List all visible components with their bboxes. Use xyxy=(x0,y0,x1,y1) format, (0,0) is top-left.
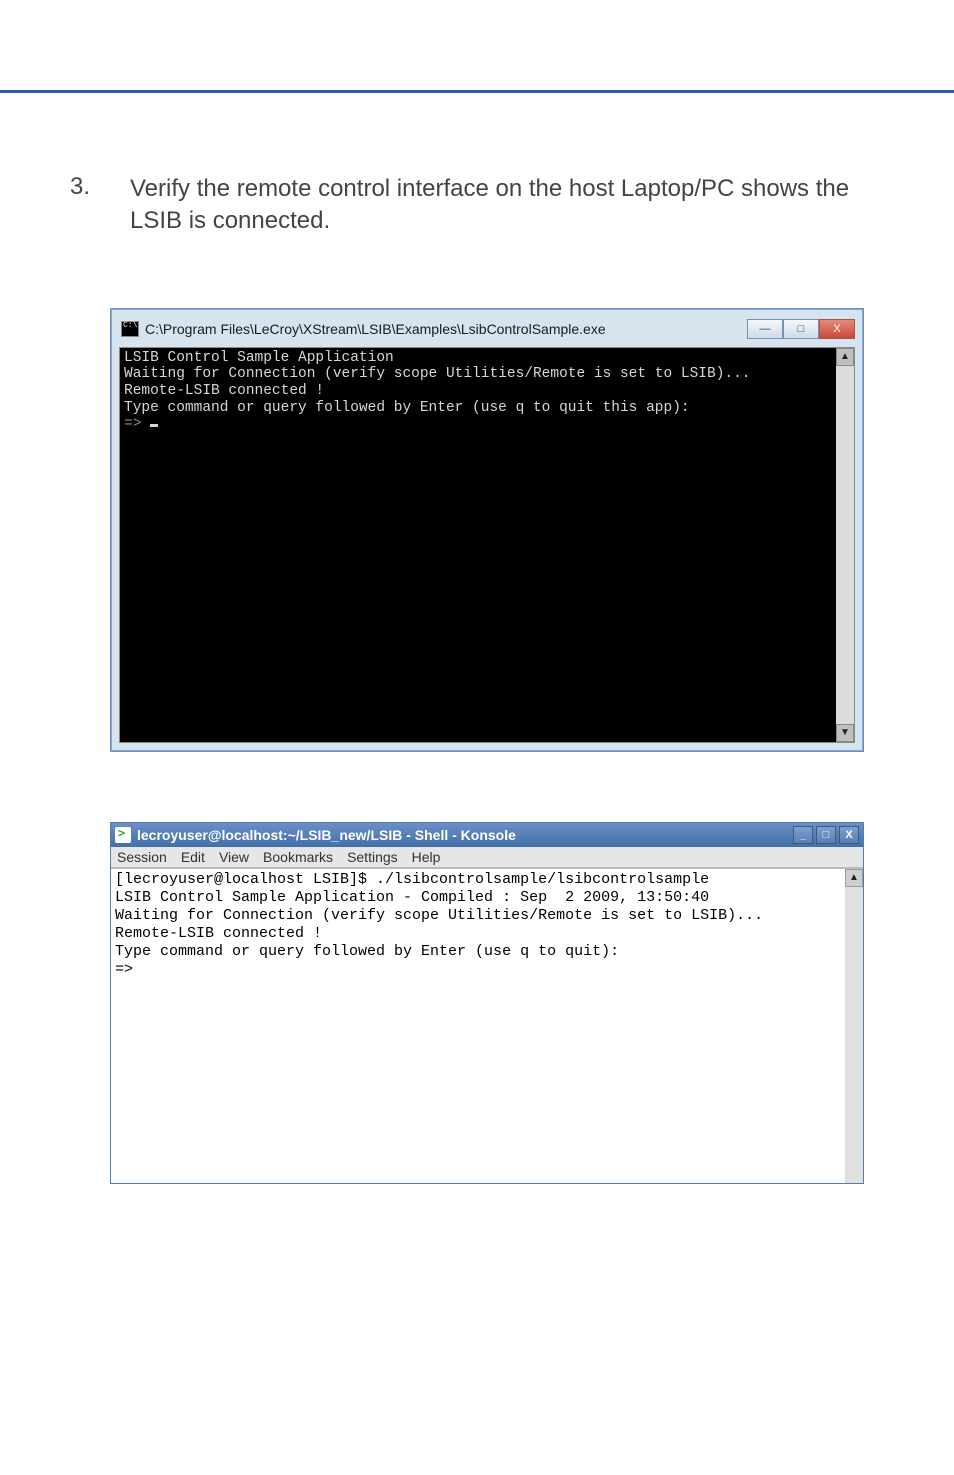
konsole-title: lecroyuser@localhost:~/LSIB_new/LSIB - S… xyxy=(137,827,793,843)
menu-settings[interactable]: Settings xyxy=(347,849,398,865)
konsole-terminal-output[interactable]: [lecroyuser@localhost LSIB]$ ./lsibcontr… xyxy=(111,869,845,1183)
cmd-scrollbar[interactable]: ▲ ▼ xyxy=(836,348,854,742)
minimize-button[interactable]: _ xyxy=(793,826,813,844)
step-text: Verify the remote control interface on t… xyxy=(130,173,884,238)
cmd-titlebar: C:\Program Files\LeCroy\XStream\LSIB\Exa… xyxy=(119,317,855,347)
step-number: 3. xyxy=(70,173,130,238)
konsole-scrollbar[interactable]: ▲ xyxy=(845,869,863,1183)
konsole-icon xyxy=(115,827,131,843)
konsole-menubar: Session Edit View Bookmarks Settings Hel… xyxy=(111,847,863,868)
scroll-down-icon[interactable]: ▼ xyxy=(836,724,854,742)
screenshot-windows-cmd: C:\Program Files\LeCroy\XStream\LSIB\Exa… xyxy=(110,308,864,752)
close-button[interactable]: X xyxy=(839,826,859,844)
scroll-track[interactable] xyxy=(845,887,863,1183)
maximize-button[interactable]: □ xyxy=(783,319,819,339)
konsole-titlebar: lecroyuser@localhost:~/LSIB_new/LSIB - S… xyxy=(111,823,863,847)
menu-session[interactable]: Session xyxy=(117,849,167,865)
minimize-button[interactable]: — xyxy=(747,319,783,339)
cmd-title: C:\Program Files\LeCroy\XStream\LSIB\Exa… xyxy=(145,321,747,337)
screenshot-kde-konsole: lecroyuser@localhost:~/LSIB_new/LSIB - S… xyxy=(110,822,864,1184)
scroll-up-icon[interactable]: ▲ xyxy=(836,348,854,366)
maximize-button[interactable]: □ xyxy=(816,826,836,844)
cursor-icon xyxy=(150,424,158,427)
menu-edit[interactable]: Edit xyxy=(181,849,205,865)
scroll-track[interactable] xyxy=(836,366,854,724)
menu-help[interactable]: Help xyxy=(412,849,441,865)
header-divider xyxy=(0,90,954,93)
cmd-terminal-output[interactable]: LSIB Control Sample Application Waiting … xyxy=(120,348,836,742)
close-button[interactable]: X xyxy=(819,319,855,339)
scroll-up-icon[interactable]: ▲ xyxy=(845,869,863,887)
menu-view[interactable]: View xyxy=(219,849,249,865)
cmd-icon xyxy=(121,321,139,337)
instruction-step: 3. Verify the remote control interface o… xyxy=(70,173,884,238)
menu-bookmarks[interactable]: Bookmarks xyxy=(263,849,333,865)
